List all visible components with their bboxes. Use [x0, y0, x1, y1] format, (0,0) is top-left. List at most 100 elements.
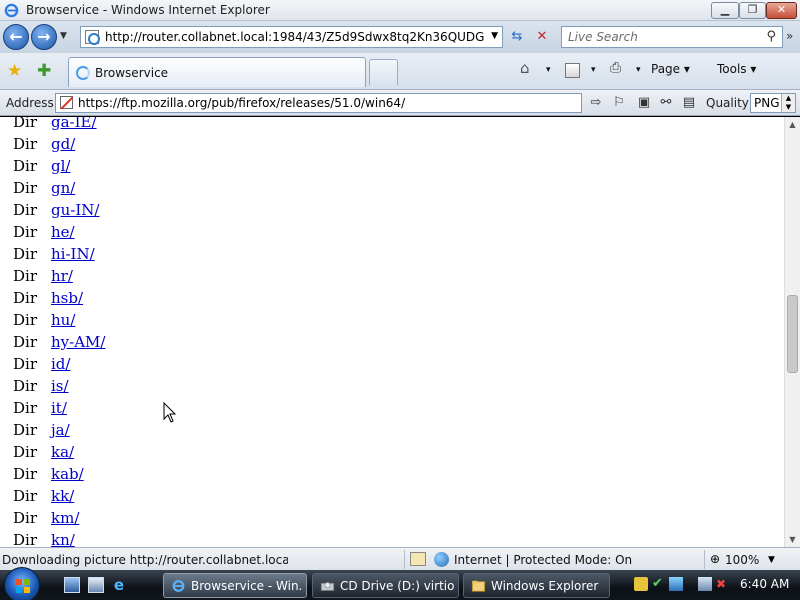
taskbar-button-browservice[interactable]: Browservice - Win... — [163, 573, 307, 598]
maximize-button[interactable]: ❐ — [739, 2, 766, 19]
close-button[interactable]: ✕ — [766, 2, 797, 19]
address-label: Address — [6, 96, 54, 110]
stop-icon[interactable]: ✕ — [531, 27, 553, 47]
directory-link[interactable]: hsb/ — [51, 289, 83, 307]
entry-type: Dir — [13, 267, 37, 285]
find-icon[interactable]: ⚯ — [657, 94, 675, 112]
refresh-icon[interactable]: ⇆ — [506, 27, 528, 47]
tab-title: Browservice — [95, 66, 169, 80]
page-menu-button[interactable]: Page ▾ — [651, 62, 690, 76]
entry-type: Dir — [13, 487, 37, 505]
feeds-icon[interactable] — [565, 63, 580, 78]
taskbar-button-cd-drive[interactable]: CD Drive (D:) virtio... — [312, 573, 459, 598]
entry-type: Dir — [13, 179, 37, 197]
entry-type: Dir — [13, 355, 37, 373]
directory-link[interactable]: gu-IN/ — [51, 201, 99, 219]
add-favorite-icon[interactable]: ✚ — [37, 61, 51, 81]
back-button[interactable]: ← — [3, 24, 29, 50]
search-input[interactable]: Live Search ⚲ — [561, 26, 783, 48]
protected-mode-icon[interactable] — [410, 552, 426, 566]
show-desktop-icon[interactable] — [64, 577, 80, 593]
url-text[interactable]: http://router.collabnet.local:1984/43/Z5… — [105, 30, 485, 44]
address-toolbar: Address https://ftp.mozilla.org/pub/fire… — [0, 90, 800, 116]
directory-link[interactable]: hi-IN/ — [51, 245, 95, 263]
directory-link[interactable]: kab/ — [51, 465, 84, 483]
directory-link[interactable]: id/ — [51, 355, 70, 373]
entry-type: Dir — [13, 531, 37, 547]
clipboard-icon[interactable]: ▤ — [680, 94, 698, 112]
entry-type: Dir — [13, 377, 37, 395]
vertical-scrollbar[interactable]: ▲ ▼ — [784, 117, 800, 547]
quality-select[interactable]: PNG ▲ ▼ — [750, 93, 796, 113]
url-dropdown-icon[interactable]: ▼ — [491, 31, 498, 41]
recent-pages-dropdown-icon[interactable]: ▼ — [60, 31, 67, 41]
quality-spinner-icon[interactable]: ▲ ▼ — [781, 94, 795, 112]
directory-link[interactable]: kn/ — [51, 531, 75, 547]
tab-browservice[interactable]: Browservice — [68, 57, 366, 87]
mouse-cursor-icon — [163, 402, 177, 423]
taskbar-button-windows-explorer[interactable]: Windows Explorer — [463, 573, 610, 598]
directory-link[interactable]: ga-IE/ — [51, 117, 97, 131]
loading-spinner-icon — [76, 66, 90, 80]
start-button[interactable] — [4, 567, 40, 600]
address-url[interactable]: https://ftp.mozilla.org/pub/firefox/rele… — [78, 96, 405, 110]
tools-menu-button[interactable]: Tools ▾ — [717, 62, 756, 76]
volume-muted-icon[interactable]: ✖ — [716, 577, 730, 591]
go-arrow-icon[interactable]: ⇨ — [587, 94, 605, 112]
entry-type: Dir — [13, 117, 37, 131]
security-shield-icon[interactable] — [634, 577, 648, 591]
screenshot-icon[interactable]: ▣ — [635, 94, 653, 112]
switch-windows-icon[interactable] — [88, 577, 104, 593]
new-tab-button[interactable] — [369, 59, 398, 85]
windows-logo-icon — [16, 579, 30, 593]
print-dropdown-icon[interactable]: ▾ — [636, 65, 641, 75]
directory-link[interactable]: it/ — [51, 399, 67, 417]
home-icon[interactable]: ⌂ — [520, 59, 530, 77]
print-icon[interactable]: ⎙ — [610, 60, 621, 76]
bookmark-icon[interactable]: ⚐ — [610, 94, 628, 112]
directory-link[interactable]: ja/ — [51, 421, 70, 439]
clock[interactable]: 6:40 AM — [740, 577, 789, 591]
more-icon[interactable]: » — [786, 29, 793, 43]
url-bar[interactable]: http://router.collabnet.local:1984/43/Z5… — [80, 26, 503, 48]
tab-bar: ★ ✚ Browservice ⌂ ▾ ▾ ⎙ ▾ Page ▾ Tools ▾ — [0, 53, 800, 90]
scroll-thumb[interactable] — [787, 295, 798, 373]
tray-app-icon[interactable] — [669, 577, 683, 591]
quicklaunch-ie-icon[interactable]: e — [111, 577, 127, 593]
search-icon[interactable]: ⚲ — [766, 29, 776, 44]
favorites-star-icon[interactable]: ★ — [7, 61, 22, 81]
zoom-dropdown-icon[interactable]: ▼ — [768, 555, 775, 565]
security-zone-text[interactable]: Internet | Protected Mode: On — [454, 553, 632, 567]
status-text: Downloading picture http://router.collab… — [2, 553, 288, 567]
entry-type: Dir — [13, 135, 37, 153]
directory-link[interactable]: is/ — [51, 377, 69, 395]
forward-button[interactable]: → — [31, 24, 57, 50]
scroll-down-icon[interactable]: ▼ — [785, 532, 800, 547]
tray-check-icon[interactable]: ✔ — [652, 577, 666, 591]
scroll-up-icon[interactable]: ▲ — [785, 117, 800, 132]
directory-link[interactable]: gn/ — [51, 179, 75, 197]
directory-link[interactable]: hu/ — [51, 311, 75, 329]
status-separator — [704, 550, 705, 569]
search-placeholder: Live Search — [568, 30, 638, 44]
directory-link[interactable]: ka/ — [51, 443, 74, 461]
task-label: Browservice - Win... — [191, 579, 303, 593]
tools-dropdown-icon: ▾ — [750, 62, 757, 76]
no-image-icon — [60, 96, 73, 109]
zoom-level[interactable]: 100% — [725, 553, 759, 567]
feeds-dropdown-icon[interactable]: ▾ — [591, 65, 596, 75]
directory-link[interactable]: hy-AM/ — [51, 333, 105, 351]
home-dropdown-icon[interactable]: ▾ — [546, 65, 551, 75]
directory-link[interactable]: hr/ — [51, 267, 73, 285]
directory-link[interactable]: km/ — [51, 509, 79, 527]
minimize-button[interactable]: ▁ — [711, 2, 739, 19]
directory-link[interactable]: gl/ — [51, 157, 70, 175]
address-input[interactable]: https://ftp.mozilla.org/pub/firefox/rele… — [55, 93, 582, 113]
taskbar: e Browservice - Win... CD Drive (D:) vir… — [0, 567, 800, 600]
directory-link[interactable]: gd/ — [51, 135, 75, 153]
directory-link[interactable]: kk/ — [51, 487, 74, 505]
entry-type: Dir — [13, 509, 37, 527]
network-icon[interactable] — [698, 577, 712, 591]
status-separator — [404, 550, 405, 569]
directory-link[interactable]: he/ — [51, 223, 75, 241]
